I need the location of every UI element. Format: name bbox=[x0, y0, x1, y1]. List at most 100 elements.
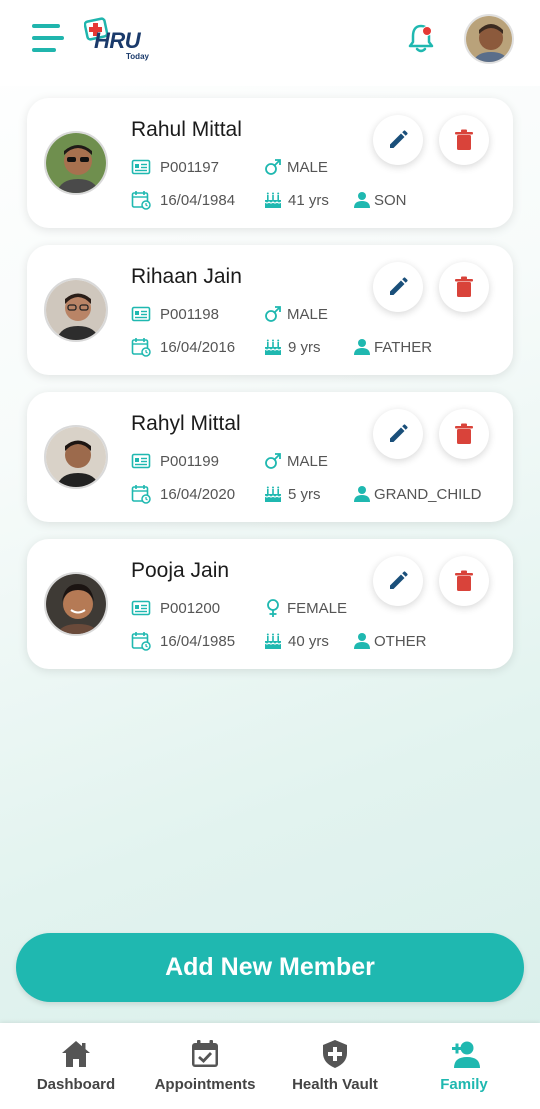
male-icon bbox=[265, 453, 281, 469]
id-card-icon bbox=[131, 453, 151, 469]
cake-icon bbox=[264, 339, 282, 355]
menu-icon[interactable] bbox=[32, 22, 66, 54]
delete-button[interactable] bbox=[439, 262, 489, 312]
relation: FATHER bbox=[352, 337, 432, 357]
delete-button[interactable] bbox=[439, 409, 489, 459]
member-avatar bbox=[44, 425, 108, 489]
member-card[interactable]: Rahul Mittal P001197 MALE 16/04/1984 41 … bbox=[27, 98, 513, 228]
edit-button[interactable] bbox=[373, 262, 423, 312]
nav-item-health-vault[interactable]: Health Vault bbox=[290, 1023, 380, 1109]
relation: SON bbox=[352, 190, 407, 210]
add-new-member-button[interactable]: Add New Member bbox=[16, 933, 524, 1002]
gender: FEMALE bbox=[263, 598, 347, 618]
nav-label-health-vault: Health Vault bbox=[292, 1076, 378, 1093]
female-icon bbox=[267, 599, 279, 617]
gender-value: MALE bbox=[287, 305, 328, 323]
calendar-icon bbox=[131, 632, 151, 651]
home-icon bbox=[62, 1041, 90, 1067]
relation-value: SON bbox=[374, 191, 407, 209]
profile-avatar[interactable] bbox=[464, 14, 514, 64]
nav-item-appointments[interactable]: Appointments bbox=[155, 1023, 255, 1109]
gender: MALE bbox=[263, 157, 328, 177]
calendar-icon bbox=[131, 191, 151, 210]
delete-button[interactable] bbox=[439, 115, 489, 165]
nav-item-dashboard[interactable]: Dashboard bbox=[37, 1023, 115, 1109]
trash-icon bbox=[455, 570, 473, 591]
date-of-birth: 16/04/2020 bbox=[131, 484, 235, 504]
pencil-icon bbox=[390, 571, 408, 589]
member-card[interactable]: Rihaan Jain P001198 MALE 16/04/2016 9 yr… bbox=[27, 245, 513, 375]
gender-value: MALE bbox=[287, 452, 328, 470]
calendar-icon bbox=[131, 485, 151, 504]
member-name: Rahul Mittal bbox=[131, 118, 242, 141]
male-icon bbox=[265, 159, 281, 175]
male-icon bbox=[265, 306, 281, 322]
trash-icon bbox=[455, 276, 473, 297]
logo-subtext: Today bbox=[126, 52, 149, 61]
patient-id: P001200 bbox=[131, 598, 220, 618]
dob-value: 16/04/1984 bbox=[160, 191, 236, 209]
age-value: 41 yrs bbox=[288, 191, 329, 209]
gender-value: FEMALE bbox=[287, 599, 348, 617]
cake-icon bbox=[264, 192, 282, 208]
dob-value: 16/04/1985 bbox=[160, 632, 236, 650]
gender: MALE bbox=[263, 304, 328, 324]
bottom-navigation: Dashboard Appointments Health Vault Fami… bbox=[0, 1023, 540, 1109]
member-name: Rihaan Jain bbox=[131, 265, 242, 288]
patient-id-value: P001200 bbox=[160, 599, 221, 617]
logo-text: HRU bbox=[94, 28, 141, 53]
pencil-icon bbox=[390, 424, 408, 442]
age-value: 5 yrs bbox=[288, 485, 321, 503]
app-logo: HRU Today bbox=[84, 16, 164, 64]
date-of-birth: 16/04/1984 bbox=[131, 190, 235, 210]
age-value: 9 yrs bbox=[288, 338, 321, 356]
edit-button[interactable] bbox=[373, 556, 423, 606]
notification-dot bbox=[422, 26, 432, 36]
person-icon bbox=[354, 192, 370, 208]
family-member-list: Rahul Mittal P001197 MALE 16/04/1984 41 … bbox=[27, 98, 513, 686]
person-icon bbox=[354, 486, 370, 502]
age: 5 yrs bbox=[263, 484, 321, 504]
pencil-icon bbox=[390, 277, 408, 295]
age-value: 40 yrs bbox=[288, 632, 329, 650]
patient-id: P001198 bbox=[131, 304, 219, 324]
nav-item-family[interactable]: Family bbox=[433, 1023, 495, 1109]
patient-id-value: P001198 bbox=[160, 305, 219, 323]
dob-value: 16/04/2016 bbox=[160, 338, 236, 356]
relation: GRAND_CHILD bbox=[352, 484, 482, 504]
id-card-icon bbox=[131, 306, 151, 322]
member-card[interactable]: Pooja Jain P001200 FEMALE 16/04/1985 40 … bbox=[27, 539, 513, 669]
relation: OTHER bbox=[352, 631, 427, 651]
person-icon bbox=[354, 339, 370, 355]
edit-button[interactable] bbox=[373, 409, 423, 459]
pencil-icon bbox=[390, 130, 408, 148]
trash-icon bbox=[455, 129, 473, 150]
delete-button[interactable] bbox=[439, 556, 489, 606]
person-icon bbox=[354, 633, 370, 649]
nav-label-family: Family bbox=[440, 1076, 488, 1093]
add-person-icon bbox=[452, 1041, 480, 1068]
age: 9 yrs bbox=[263, 337, 321, 357]
notification-bell-icon[interactable] bbox=[406, 22, 436, 54]
relation-value: OTHER bbox=[374, 632, 427, 650]
member-name: Pooja Jain bbox=[131, 559, 230, 582]
member-card[interactable]: Rahyl Mittal P001199 MALE 16/04/2020 5 y… bbox=[27, 392, 513, 522]
relation-value: FATHER bbox=[374, 338, 433, 356]
age: 41 yrs bbox=[263, 190, 329, 210]
member-name: Rahyl Mittal bbox=[131, 412, 241, 435]
id-card-icon bbox=[131, 600, 151, 616]
trash-icon bbox=[455, 423, 473, 444]
calendar-icon bbox=[131, 338, 151, 357]
date-of-birth: 16/04/1985 bbox=[131, 631, 235, 651]
member-avatar bbox=[44, 572, 108, 636]
edit-button[interactable] bbox=[373, 115, 423, 165]
cake-icon bbox=[264, 486, 282, 502]
id-card-icon bbox=[131, 159, 151, 175]
gender-value: MALE bbox=[287, 158, 328, 176]
shield-plus-icon bbox=[323, 1040, 347, 1068]
dob-value: 16/04/2020 bbox=[160, 485, 236, 503]
member-avatar bbox=[44, 131, 108, 195]
member-avatar bbox=[44, 278, 108, 342]
cake-icon bbox=[264, 633, 282, 649]
patient-id-value: P001199 bbox=[160, 452, 219, 470]
